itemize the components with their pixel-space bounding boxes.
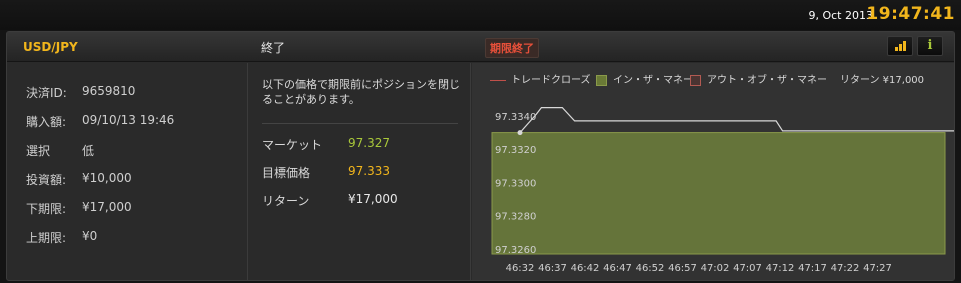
x-tick-label: 46:57	[668, 263, 697, 274]
signal-button[interactable]	[887, 36, 913, 56]
x-tick-label: 46:47	[603, 263, 632, 274]
quote-label: リターン	[262, 194, 310, 208]
panel-header: USD/JPY 終了 期限終了 i	[7, 32, 954, 62]
x-tick-label: 47:02	[701, 263, 730, 274]
x-tick-label: 46:52	[636, 263, 665, 274]
detail-value: 09/10/13 19:46	[82, 113, 175, 127]
early-close-notice: 以下の価格で期限前にポジションを閉じることがあります。	[262, 78, 460, 106]
detail-label: 購入額:	[26, 115, 67, 129]
detail-value: ¥10,000	[82, 171, 132, 185]
trade-panel: USD/JPY 終了 期限終了 i 決済ID: 9659810 購入額: 09/…	[6, 31, 955, 281]
x-tick-label: 47:27	[863, 263, 892, 274]
x-tick-label: 46:42	[571, 263, 600, 274]
in-the-money-area	[491, 132, 946, 255]
current-time: 19:47:41	[866, 4, 955, 24]
info-icon: i	[927, 38, 933, 53]
detail-value: 9659810	[82, 84, 136, 98]
quote-label: 目標価格	[262, 166, 311, 180]
x-tick-label: 47:12	[766, 263, 795, 274]
signal-bars-icon	[895, 41, 907, 51]
x-tick-label: 47:22	[831, 263, 860, 274]
top-bar: 9, Oct 2013 19:47:41	[0, 0, 961, 30]
divider	[262, 123, 458, 124]
current-date: 9, Oct 2013	[808, 9, 873, 22]
detail-label: 選択	[26, 144, 51, 158]
return-amount: ¥17,000	[348, 192, 398, 206]
detail-label: 上期限:	[26, 231, 67, 245]
y-tick-label: 97.3300	[495, 178, 536, 189]
target-price: 97.333	[348, 164, 390, 178]
detail-value: ¥17,000	[82, 200, 132, 214]
trade-status: 終了	[261, 41, 286, 55]
x-tick-label: 47:07	[733, 263, 762, 274]
chart-plot: 97.326097.328097.330097.332097.334046:32…	[491, 106, 954, 274]
expired-badge: 期限終了	[485, 38, 539, 58]
detail-value: 低	[82, 144, 95, 158]
price-chart: トレードクローズ イン・ザ・マネー アウト・オブ・ザ・マネー リターン ¥17,…	[472, 63, 954, 280]
quote-label: マーケット	[262, 138, 323, 152]
detail-value: ¥0	[82, 229, 98, 243]
price-summary: 以下の価格で期限前にポジションを閉じることがあります。 マーケット 97.327…	[247, 63, 471, 280]
x-tick-label: 46:32	[506, 263, 535, 274]
trade-details: 決済ID: 9659810 購入額: 09/10/13 19:46 選択 低 投…	[7, 63, 247, 280]
info-button[interactable]: i	[917, 36, 943, 56]
detail-label: 決済ID:	[26, 86, 67, 100]
start-point-marker	[517, 130, 523, 136]
y-tick-label: 97.3280	[495, 212, 536, 223]
y-tick-label: 97.3320	[495, 145, 536, 156]
detail-label: 下期限:	[26, 202, 67, 216]
detail-label: 投資額:	[26, 173, 67, 187]
x-tick-label: 46:37	[538, 263, 567, 274]
currency-pair[interactable]: USD/JPY	[23, 40, 78, 54]
y-tick-label: 97.3260	[495, 245, 536, 256]
market-price: 97.327	[348, 136, 390, 150]
x-tick-label: 47:17	[798, 263, 827, 274]
